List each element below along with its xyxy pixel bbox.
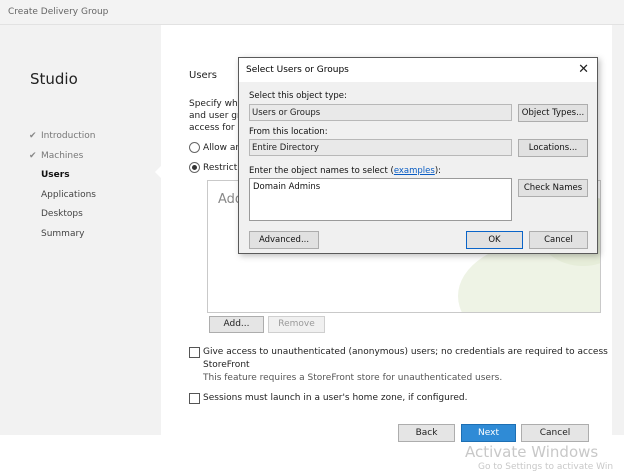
remove-button[interactable]: Remove <box>268 316 325 333</box>
names-input-value: Domain Admins <box>253 182 321 192</box>
examples-link[interactable]: examples <box>394 166 435 176</box>
sidebar-item-desktops[interactable]: Desktops <box>41 209 83 219</box>
check-icon: ✔ <box>29 131 37 141</box>
sidebar-item-label: Summary <box>41 229 85 239</box>
add-button[interactable]: Add... <box>209 316 264 333</box>
active-step-pointer <box>155 166 161 178</box>
intro-line-1: Specify who <box>189 99 244 109</box>
object-type-label: Select this object type: <box>249 91 347 101</box>
intro-line-3: access for u <box>189 123 244 133</box>
sidebar-app-title: Studio <box>30 70 78 88</box>
dialog-title: Select Users or Groups <box>246 65 349 75</box>
unauthenticated-checkbox[interactable] <box>189 347 200 358</box>
object-types-button[interactable]: Object Types... <box>518 104 588 122</box>
check-icon: ✔ <box>29 151 37 161</box>
select-users-dialog: Select Users or Groups ✕ Select this obj… <box>238 57 598 254</box>
sidebar-item-label: Applications <box>41 190 96 200</box>
sidebar-item-applications[interactable]: Applications <box>41 190 96 200</box>
allow-any-radio[interactable] <box>189 142 200 153</box>
back-button[interactable]: Back <box>398 424 455 442</box>
cancel-button[interactable]: Cancel <box>521 424 589 442</box>
sidebar-item-introduction[interactable]: ✔ Introduction <box>29 131 96 141</box>
sidebar-item-label: Desktops <box>41 209 83 219</box>
location-field: Entire Directory <box>249 139 512 156</box>
names-input[interactable]: Domain Admins <box>249 178 512 221</box>
sidebar-item-users[interactable]: Users <box>41 170 70 180</box>
names-label-text: Enter the object names to select ( <box>249 166 394 176</box>
advanced-button[interactable]: Advanced... <box>249 231 319 249</box>
unauthenticated-label-line1: Give access to unauthenticated (anonymou… <box>203 347 608 357</box>
sidebar-item-label: Machines <box>41 151 84 161</box>
allow-any-label: Allow an <box>203 143 242 153</box>
window-title: Create Delivery Group <box>8 7 109 17</box>
sidebar-item-label: Users <box>41 170 70 180</box>
dialog-cancel-button[interactable]: Cancel <box>529 231 588 249</box>
activation-watermark: Activate Windows <box>465 443 599 461</box>
page-title: Users <box>189 70 218 81</box>
names-label: Enter the object names to select (exampl… <box>249 166 441 176</box>
sidebar-item-summary[interactable]: Summary <box>41 229 85 239</box>
sidebar-item-label: Introduction <box>41 131 96 141</box>
sidebar-item-machines[interactable]: ✔ Machines <box>29 151 84 161</box>
window-title-bar: Create Delivery Group <box>0 0 624 25</box>
locations-button[interactable]: Locations... <box>518 139 588 157</box>
unauthenticated-note: This feature requires a StoreFront store… <box>203 373 503 383</box>
check-names-button[interactable]: Check Names <box>518 179 588 197</box>
names-label-suffix: ): <box>434 166 442 176</box>
home-zone-label: Sessions must launch in a user's home zo… <box>203 393 468 403</box>
dialog-title-bar: Select Users or Groups ✕ <box>239 58 597 82</box>
close-icon[interactable]: ✕ <box>578 62 589 77</box>
location-label: From this location: <box>249 127 328 137</box>
right-margin <box>612 25 624 435</box>
object-type-field: Users or Groups <box>249 104 512 121</box>
next-button[interactable]: Next <box>461 424 516 442</box>
restrict-radio[interactable] <box>189 162 200 173</box>
home-zone-checkbox[interactable] <box>189 393 200 404</box>
ok-button[interactable]: OK <box>466 231 523 249</box>
unauthenticated-label-line2: StoreFront <box>203 360 250 370</box>
